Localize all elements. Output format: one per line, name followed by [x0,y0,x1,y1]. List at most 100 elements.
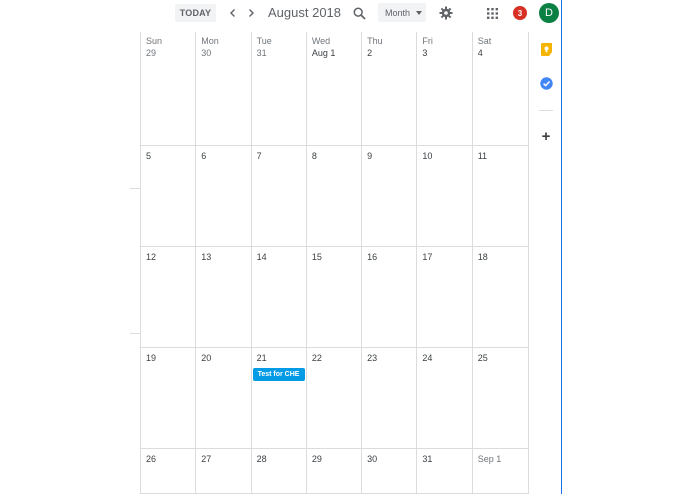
date-number[interactable]: 14 [257,251,306,264]
day-cell[interactable]: 7 [251,146,307,247]
day-cell[interactable]: 5 [141,146,197,247]
day-cell[interactable]: Sep 1 [472,449,528,494]
date-number[interactable]: 29 [312,453,361,466]
chevron-left-icon[interactable] [225,4,241,22]
gutter-divider [130,188,141,189]
gear-icon[interactable] [437,4,455,22]
caret-down-icon [416,11,422,15]
day-cell[interactable]: 31 [417,449,473,494]
notification-badge[interactable]: 3 [513,6,527,20]
date-number[interactable]: 12 [146,251,195,264]
date-number[interactable]: 31 [257,47,306,60]
weekday-label: Sun [146,36,163,46]
left-gutter [130,32,141,494]
day-cell[interactable]: 22 [306,348,363,449]
date-number[interactable]: 18 [478,251,528,264]
date-number[interactable]: Sep 1 [478,453,528,466]
day-cell[interactable]: 26 [141,449,197,494]
day-cell[interactable]: 11 [472,146,528,247]
day-cell[interactable]: 9 [362,146,418,247]
date-number[interactable]: 2 [367,47,416,60]
search-icon[interactable] [350,4,368,22]
date-number[interactable]: 9 [367,150,416,163]
day-cell[interactable]: 14 [251,247,307,348]
today-button[interactable]: TODAY [175,4,216,22]
weekday-label: Mon [201,36,219,46]
day-cell[interactable]: 18 [472,247,528,348]
day-cell[interactable]: Wed Aug 1 [306,32,363,146]
date-number[interactable]: 11 [478,150,528,163]
date-number[interactable]: 10 [422,150,471,163]
view-switcher-dropdown[interactable]: Month [378,3,426,22]
day-cell[interactable]: 28 [251,449,307,494]
date-number[interactable]: 8 [312,150,361,163]
date-number[interactable]: 5 [146,150,195,163]
day-cell[interactable]: Mon 30 [196,32,252,146]
date-number[interactable]: 19 [146,352,195,365]
date-number[interactable]: 24 [422,352,471,365]
date-number[interactable]: Aug 1 [312,47,361,60]
day-cell[interactable]: Sun 29 [141,32,197,146]
day-cell[interactable]: 21 Test for CHE [251,348,307,449]
period-title: August 2018 [268,5,342,20]
avatar[interactable]: D [539,3,559,23]
date-number[interactable]: 17 [422,251,471,264]
day-cell[interactable]: Tue 31 [251,32,307,146]
date-number[interactable]: 31 [422,453,471,466]
date-number[interactable]: 7 [257,150,306,163]
date-number[interactable]: 25 [478,352,528,365]
date-number[interactable]: 3 [422,47,471,60]
weekday-label: Wed [311,36,331,46]
tasks-icon[interactable] [539,76,553,90]
date-number[interactable]: 30 [201,47,250,60]
day-cell[interactable]: 24 [417,348,473,449]
day-cell[interactable]: 29 [306,449,363,494]
date-number[interactable]: 30 [367,453,416,466]
day-cell[interactable]: 17 [417,247,473,348]
day-cell[interactable]: Thu 2 [362,32,418,146]
date-number[interactable]: 29 [146,47,195,60]
day-cell[interactable]: 16 [362,247,418,348]
day-cell[interactable]: 6 [196,146,252,247]
day-cell[interactable]: 23 [362,348,418,449]
date-number[interactable]: 21 [257,352,306,365]
date-number[interactable]: 22 [312,352,361,365]
weekday-label: Sat [477,36,492,46]
date-number[interactable]: 13 [201,251,250,264]
date-number[interactable]: 20 [201,352,250,365]
date-number[interactable]: 4 [478,47,528,60]
day-cell[interactable]: 10 [417,146,473,247]
date-number[interactable]: 6 [201,150,250,163]
date-number[interactable]: 23 [367,352,416,365]
day-cell[interactable]: Fri 3 [417,32,473,146]
apps-grid-icon[interactable] [483,4,501,22]
date-number[interactable]: 15 [312,251,361,264]
day-cell[interactable]: 20 [196,348,252,449]
day-cell[interactable]: 13 [196,247,252,348]
date-number[interactable]: 16 [367,251,416,264]
view-switcher-label: Month [385,7,411,18]
event-chip[interactable]: Test for CHE [252,368,305,381]
gutter-divider [130,333,141,334]
date-number[interactable]: 28 [257,453,306,466]
chevron-right-icon[interactable] [243,4,259,22]
weekday-label: Thu [367,36,383,46]
day-cell[interactable]: 15 [306,247,363,348]
weekday-label: Fri [422,36,433,46]
keep-icon[interactable] [539,42,553,56]
day-cell[interactable]: 27 [196,449,252,494]
date-number[interactable]: 27 [201,453,250,466]
add-addon-icon[interactable]: + [539,128,553,145]
top-toolbar: TODAY August 2018 Month 3 D [0,0,562,30]
side-panel-divider [539,110,553,111]
calendar-area: Sun 29 Mon 30 Tue 31 Wed Aug 1 Thu 2 Fri 3 Sat… [130,32,530,494]
date-number[interactable]: 26 [146,453,195,466]
day-cell[interactable]: 30 [362,449,418,494]
day-cell[interactable]: Sat 4 [472,32,528,146]
day-cell[interactable]: 12 [141,247,197,348]
day-cell[interactable]: 25 [472,348,528,449]
day-cell[interactable]: 8 [306,146,363,247]
day-cell[interactable]: 19 [141,348,197,449]
panel-edge-divider [561,0,562,494]
side-panel: + [531,30,562,494]
